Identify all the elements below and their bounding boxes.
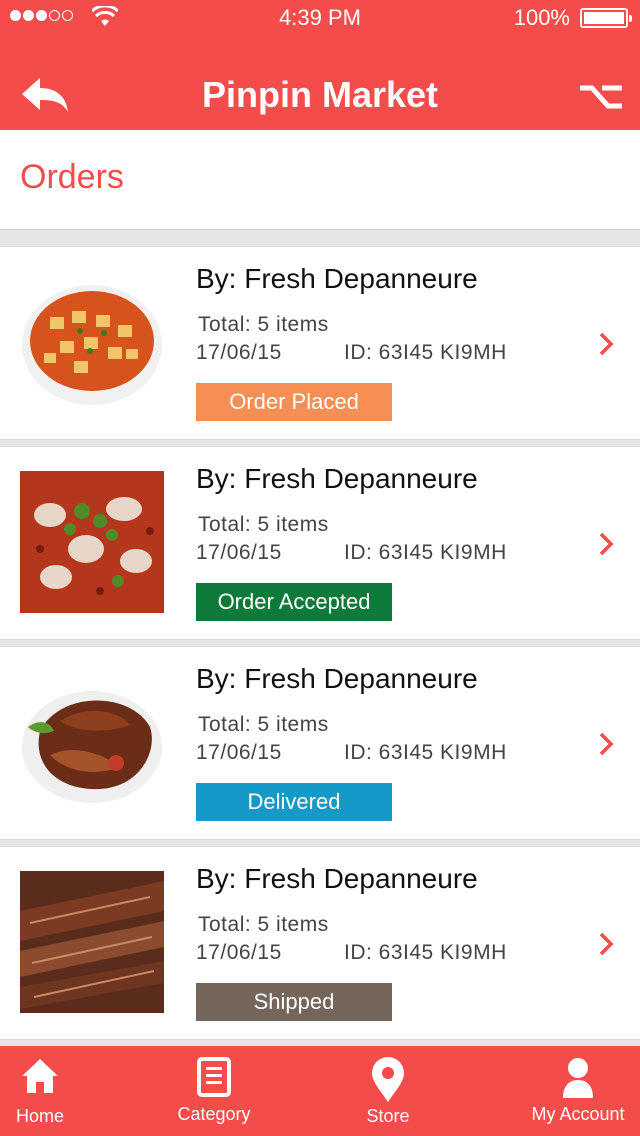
tab-label: Store [366, 1106, 410, 1126]
battery-icon [580, 8, 632, 28]
order-id: ID: 63I45 KI9MH [344, 341, 507, 364]
battery-percentage: 100% [513, 5, 570, 30]
order-card[interactable]: By: Fresh Depanneure Total: 5 items 17/0… [0, 846, 640, 1040]
orders-section-header: Orders [0, 130, 640, 230]
order-id: ID: 63I45 KI9MH [344, 941, 507, 964]
tab-my-account[interactable]: My Account [520, 1046, 636, 1136]
dish-image [20, 271, 164, 413]
order-store: By: Fresh Depanneure [196, 463, 478, 494]
top-bar: 4:39 PM 100% Pinpin Market [0, 0, 640, 130]
order-total: Total: 5 items [198, 913, 329, 936]
order-card[interactable]: By: Fresh Depanneure Total: 5 items 17/0… [0, 246, 640, 440]
status-badge: Order Placed [196, 383, 392, 421]
status-badge: Delivered [196, 783, 392, 821]
order-total: Total: 5 items [198, 313, 329, 336]
order-date: 17/06/15 [196, 741, 282, 764]
page-title: Pinpin Market [201, 74, 439, 115]
status-badge: Shipped [196, 983, 392, 1021]
home-icon [22, 1059, 58, 1093]
chevron-right-icon[interactable] [598, 531, 614, 557]
tab-label: My Account [531, 1104, 625, 1124]
order-id: ID: 63I45 KI9MH [344, 541, 507, 564]
tab-bar: Home Category Store My Account [0, 1046, 640, 1136]
order-store: By: Fresh Depanneure [196, 663, 478, 694]
section-title: Orders [20, 158, 124, 196]
order-card[interactable]: By: Fresh Depanneure Total: 5 items 17/0… [0, 646, 640, 840]
order-date: 17/06/15 [196, 941, 282, 964]
chevron-right-icon[interactable] [598, 931, 614, 957]
document-icon [197, 1057, 231, 1097]
status-badge: Order Accepted [196, 583, 392, 621]
dish-image [20, 871, 164, 1013]
chevron-right-icon[interactable] [598, 731, 614, 757]
order-date: 17/06/15 [196, 541, 282, 564]
order-store: By: Fresh Depanneure [196, 263, 478, 294]
dish-image [20, 671, 164, 813]
tab-label: Home [15, 1106, 64, 1126]
status-bar: 4:39 PM 100% [0, 0, 640, 34]
tab-category[interactable]: Category [170, 1046, 258, 1136]
tab-store[interactable]: Store [352, 1046, 424, 1136]
order-date: 17/06/15 [196, 341, 282, 364]
order-card[interactable]: By: Fresh Depanneure Total: 5 items 17/0… [0, 446, 640, 640]
tab-home[interactable]: Home [0, 1046, 80, 1136]
order-id: ID: 63I45 KI9MH [344, 741, 507, 764]
order-store: By: Fresh Depanneure [196, 863, 478, 894]
dish-image [20, 471, 164, 613]
location-pin-icon [372, 1057, 404, 1102]
tab-label: Category [177, 1104, 251, 1124]
order-total: Total: 5 items [198, 713, 329, 736]
chevron-right-icon[interactable] [598, 331, 614, 357]
filter-icon[interactable] [578, 84, 624, 114]
user-icon [563, 1058, 593, 1098]
order-total: Total: 5 items [198, 513, 329, 536]
